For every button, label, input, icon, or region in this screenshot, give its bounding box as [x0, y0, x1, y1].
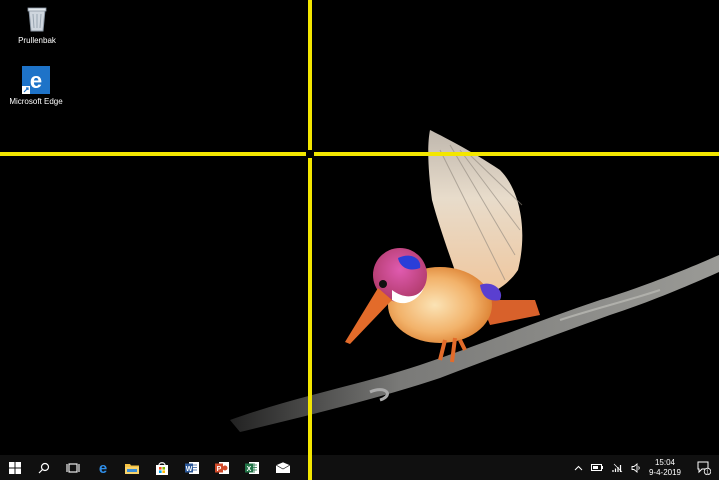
- edge-icon: e: [98, 461, 106, 475]
- chevron-up-icon: [574, 465, 582, 470]
- folder-icon: [124, 463, 139, 474]
- action-center-button[interactable]: 1: [693, 455, 715, 480]
- taskbar-file-explorer-button[interactable]: [117, 455, 146, 480]
- svg-text:W: W: [185, 466, 192, 473]
- svg-text:X: X: [246, 466, 251, 473]
- notification-icon: 1: [697, 461, 711, 475]
- taskbar-clock[interactable]: 15:04 9-4-2019: [640, 458, 690, 478]
- clock-time: 15:04: [654, 458, 676, 467]
- word-icon: W: [184, 461, 199, 474]
- network-button[interactable]: [609, 455, 625, 480]
- desktop-icon-label: Prullenbak: [18, 36, 56, 45]
- task-view-button[interactable]: [58, 455, 87, 480]
- powerpoint-icon: P: [214, 461, 229, 474]
- show-hidden-icons-button[interactable]: [571, 455, 585, 480]
- store-icon: [155, 461, 168, 475]
- desktop-icon-label: Microsoft Edge: [9, 97, 63, 106]
- svg-text:P: P: [216, 466, 221, 473]
- taskbar-store-button[interactable]: [147, 455, 176, 480]
- taskbar-word-button[interactable]: W: [177, 455, 206, 480]
- battery-icon: [591, 464, 603, 471]
- clock-date: 9-4-2019: [648, 468, 682, 477]
- svg-text:e: e: [30, 68, 42, 93]
- recycle-bin-icon: [22, 4, 52, 34]
- search-button[interactable]: [29, 455, 58, 480]
- search-icon: [38, 462, 49, 473]
- guide-intersection: [306, 150, 314, 158]
- desktop-icon-recycle-bin[interactable]: Prullenbak: [2, 4, 72, 46]
- wifi-icon: [611, 463, 622, 472]
- windows-logo-icon: [8, 461, 21, 474]
- horizontal-guide-line: [0, 152, 719, 156]
- kingfisher-wallpaper-image: [230, 130, 719, 432]
- battery-button[interactable]: [589, 455, 605, 480]
- start-button[interactable]: [0, 455, 29, 480]
- desktop-wallpaper: [0, 0, 719, 455]
- task-view-icon: [65, 462, 80, 473]
- taskbar: e W P X 15:04 9-4-2019 1: [0, 455, 719, 480]
- taskbar-excel-button[interactable]: X: [237, 455, 266, 480]
- vertical-guide-line: [308, 0, 312, 480]
- excel-icon: X: [244, 461, 259, 474]
- taskbar-edge-button[interactable]: e: [88, 455, 117, 480]
- mail-icon: [274, 461, 291, 473]
- taskbar-mail-button[interactable]: [268, 455, 297, 480]
- desktop-icon-edge[interactable]: e Microsoft Edge: [1, 65, 71, 107]
- bird-beak: [345, 288, 392, 344]
- taskbar-powerpoint-button[interactable]: P: [207, 455, 236, 480]
- edge-icon: e: [21, 65, 51, 95]
- svg-text:e: e: [98, 461, 106, 475]
- notification-count: 1: [706, 469, 709, 475]
